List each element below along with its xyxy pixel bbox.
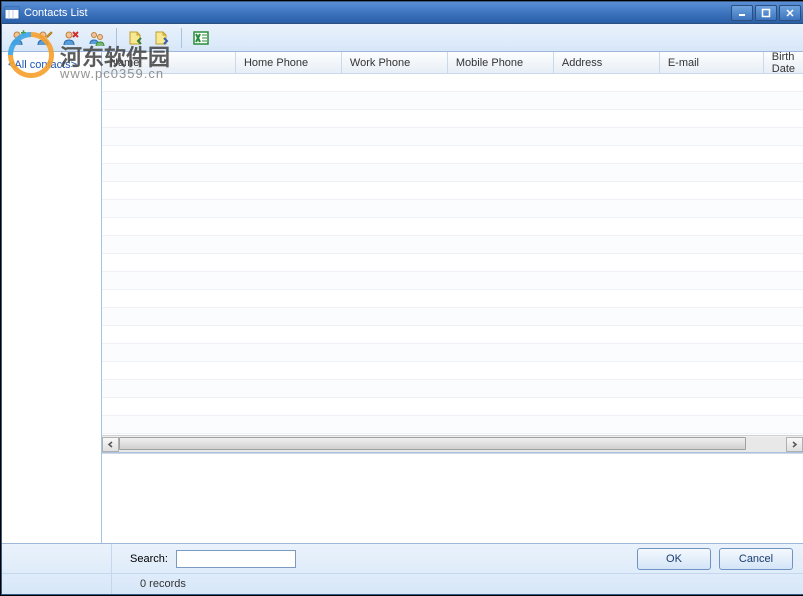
detail-panel: [102, 453, 803, 543]
window-title: Contacts List: [24, 7, 731, 19]
table-row[interactable]: [102, 74, 803, 92]
column-header[interactable]: Name: [102, 52, 236, 73]
contacts-grid[interactable]: NameHome PhoneWork PhoneMobile PhoneAddr…: [102, 52, 803, 435]
toolbar-separator: [116, 28, 117, 48]
column-header[interactable]: Work Phone: [342, 52, 448, 73]
delete-contact-button[interactable]: [60, 27, 82, 49]
table-row[interactable]: [102, 146, 803, 164]
toolbar-separator: [181, 28, 182, 48]
contacts-window: 河东软件园 www.pc0359.cn Contacts List: [1, 1, 803, 595]
table-row[interactable]: [102, 344, 803, 362]
maximize-button[interactable]: [755, 5, 777, 21]
table-row[interactable]: [102, 326, 803, 344]
table-row[interactable]: [102, 308, 803, 326]
sidebar-item-all-contacts[interactable]: <All contacts>: [6, 58, 97, 72]
table-row[interactable]: [102, 200, 803, 218]
table-row[interactable]: [102, 92, 803, 110]
scroll-right-button[interactable]: [786, 437, 803, 452]
column-header[interactable]: Mobile Phone: [448, 52, 554, 73]
minimize-button[interactable]: [731, 5, 753, 21]
titlebar: Contacts List: [2, 2, 803, 24]
table-row[interactable]: [102, 128, 803, 146]
export-button[interactable]: [151, 27, 173, 49]
table-row[interactable]: [102, 416, 803, 434]
cancel-button[interactable]: Cancel: [719, 548, 793, 570]
table-row[interactable]: [102, 218, 803, 236]
search-label: Search:: [130, 553, 168, 565]
main-panel: NameHome PhoneWork PhoneMobile PhoneAddr…: [102, 52, 803, 543]
excel-export-button[interactable]: [190, 27, 212, 49]
scroll-left-button[interactable]: [102, 437, 119, 452]
copy-contact-button[interactable]: [86, 27, 108, 49]
search-input[interactable]: [176, 550, 296, 568]
scroll-track[interactable]: [119, 437, 786, 452]
column-header[interactable]: E-mail: [660, 52, 764, 73]
column-header[interactable]: Address: [554, 52, 660, 73]
app-icon: [4, 5, 20, 21]
table-row[interactable]: [102, 362, 803, 380]
grid-header: NameHome PhoneWork PhoneMobile PhoneAddr…: [102, 52, 803, 74]
sidebar: <All contacts>: [2, 52, 102, 543]
ok-button[interactable]: OK: [637, 548, 711, 570]
table-row[interactable]: [102, 290, 803, 308]
table-row[interactable]: [102, 398, 803, 416]
import-button[interactable]: [125, 27, 147, 49]
edit-contact-button[interactable]: [34, 27, 56, 49]
grid-body: [102, 74, 803, 435]
table-row[interactable]: [102, 236, 803, 254]
table-row[interactable]: [102, 254, 803, 272]
table-row[interactable]: [102, 380, 803, 398]
table-row[interactable]: [102, 182, 803, 200]
scroll-thumb[interactable]: [119, 437, 746, 450]
new-contact-button[interactable]: [8, 27, 30, 49]
table-row[interactable]: [102, 272, 803, 290]
table-row[interactable]: [102, 164, 803, 182]
table-row[interactable]: [102, 110, 803, 128]
status-record-count: 0 records: [140, 578, 186, 590]
column-header[interactable]: Birth Date: [764, 52, 803, 73]
footer: Search: OK Cancel 0 records: [2, 543, 803, 594]
horizontal-scrollbar[interactable]: [102, 435, 803, 452]
close-button[interactable]: [779, 5, 801, 21]
toolbar: [2, 24, 803, 52]
table-row[interactable]: [102, 434, 803, 435]
column-header[interactable]: Home Phone: [236, 52, 342, 73]
